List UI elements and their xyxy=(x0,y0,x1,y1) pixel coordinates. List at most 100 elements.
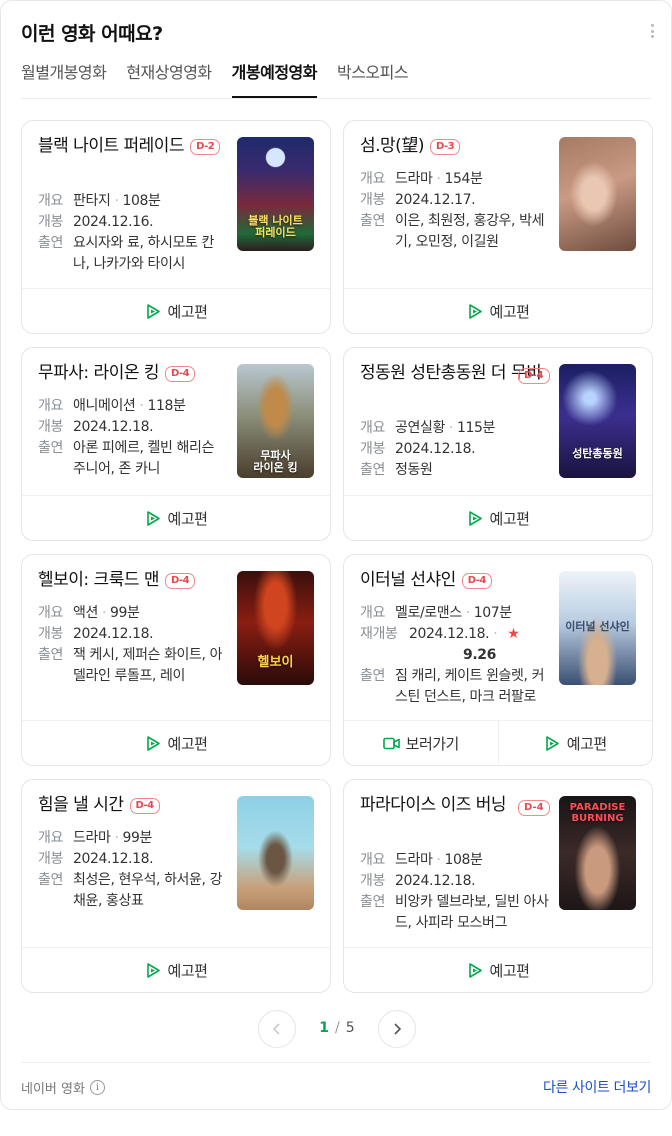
more-options-icon[interactable] xyxy=(647,21,657,41)
movie-poster[interactable]: 이터널 선샤인 xyxy=(559,571,636,685)
movie-card[interactable]: 섬.망(望) D-3 개요 드라마 · 154분 개봉 2024.12.17. 출연 이은,… xyxy=(343,120,653,334)
dday-badge: D-3 xyxy=(429,139,461,155)
movie-card[interactable]: 블랙 나이트 퍼레이드 D-2 개요 판타지 · 108분 개봉 2024.12.16. … xyxy=(21,120,331,334)
separator-dot: · xyxy=(436,852,441,868)
rating-value: 9.26 xyxy=(463,647,496,663)
trailer-label: 예고편 xyxy=(167,509,208,528)
movie-title[interactable]: 정동원 성탄총동원 더 무비 xyxy=(360,362,544,384)
movie-poster[interactable]: 성탄총동원 xyxy=(559,364,636,478)
source-label: 네이버 영화 i xyxy=(21,1078,105,1097)
movie-title-text: 블랙 나이트 퍼레이드 xyxy=(38,136,185,156)
release-date: 2024.12.17. xyxy=(395,192,476,208)
runtime-value: 118분 xyxy=(147,398,186,414)
trailer-button[interactable]: 예고편 xyxy=(344,496,652,540)
separator-dot: · xyxy=(465,605,470,621)
movie-poster[interactable]: 헬보이 xyxy=(237,571,314,685)
info-icon[interactable]: i xyxy=(89,1080,105,1095)
movie-card[interactable]: 힘을 낼 시간 D-4 개요 드라마 · 99분 개봉 2024.12.18. 출연 최성은… xyxy=(21,779,331,993)
movie-poster[interactable]: 블랙 나이트 퍼레이드 xyxy=(237,137,314,251)
movie-title[interactable]: 파라다이스 이즈 버닝 xyxy=(360,794,544,816)
play-icon xyxy=(545,735,559,751)
separator-dot: · xyxy=(448,420,453,436)
poster-title-art: PARADISE BURNING xyxy=(569,802,626,824)
trailer-button[interactable]: 예고편 xyxy=(22,948,330,992)
movie-card[interactable]: 무파사: 라이온 킹 D-4 개요 애니메이션 · 118분 개봉 2024.12.18.… xyxy=(21,347,331,541)
movie-poster[interactable] xyxy=(559,137,636,251)
trailer-button[interactable]: 예고편 xyxy=(22,496,330,540)
genre-label: 개요 xyxy=(360,852,385,868)
genre-label: 개요 xyxy=(38,830,63,846)
section-title: 이런 영화 어때요? xyxy=(21,23,163,45)
movie-poster[interactable] xyxy=(237,796,314,910)
movie-title[interactable]: 섬.망(望) D-3 xyxy=(360,135,544,157)
movie-title[interactable]: 무파사: 라이온 킹 D-4 xyxy=(38,362,222,384)
tab-box-office[interactable]: 박스오피스 xyxy=(337,61,409,98)
tab-now-showing[interactable]: 현재상영영화 xyxy=(126,61,212,98)
genre-value: 공연실황 xyxy=(395,420,445,436)
trailer-button[interactable]: 예고편 xyxy=(344,289,652,333)
star-icon: ★ xyxy=(507,626,520,642)
release-date: 2024.12.18. xyxy=(73,419,154,435)
release-date: 2024.12.18. xyxy=(395,873,476,889)
dday-badge: D-4 xyxy=(165,573,196,589)
movie-card[interactable]: 정동원 성탄총동원 더 무비 D-4 개요 공연실황 · 115분 개봉 2024.12… xyxy=(343,347,653,541)
movie-title-text: 정동원 성탄총동원 더 무비 xyxy=(360,363,542,383)
pagination: 1 / 5 xyxy=(1,1010,671,1048)
dday-badge: D-4 xyxy=(518,368,550,384)
cast-label: 출연 xyxy=(360,894,385,910)
chevron-left-icon xyxy=(272,1023,280,1035)
cast-label: 출연 xyxy=(360,462,385,478)
movie-title[interactable]: 이터널 선샤인 D-4 xyxy=(360,569,544,591)
tab-upcoming[interactable]: 개봉예정영화 xyxy=(231,61,317,98)
play-icon xyxy=(146,510,160,526)
trailer-button[interactable]: 예고편 xyxy=(344,948,652,992)
trailer-label: 예고편 xyxy=(489,961,530,980)
cast-value: 비앙카 델브라보, 딜빈 아사드, 사피라 모스버그 xyxy=(395,894,549,931)
cast-label: 출연 xyxy=(38,235,63,251)
watch-label: 보러가기 xyxy=(405,734,460,753)
movie-poster[interactable]: PARADISE BURNING xyxy=(559,796,636,910)
card-footer: 보러가기 예고편 xyxy=(344,720,652,765)
poster-title-art: 무파사 라이온 킹 xyxy=(253,449,298,474)
trailer-label: 예고편 xyxy=(566,734,607,753)
release-label: 개봉 xyxy=(38,626,63,642)
movie-card[interactable]: 파라다이스 이즈 버닝 D-4 개요 드라마 · 108분 개봉 2024.12.18.… xyxy=(343,779,653,993)
movie-title[interactable]: 블랙 나이트 퍼레이드 D-2 xyxy=(38,135,222,157)
genre-value: 멜로/로맨스 xyxy=(395,605,462,621)
movie-title-text: 힘을 낼 시간 xyxy=(38,795,124,815)
next-page-button[interactable] xyxy=(378,1010,416,1048)
poster-title-art: 블랙 나이트 퍼레이드 xyxy=(248,214,303,239)
prev-page-button[interactable] xyxy=(258,1010,296,1048)
watch-button[interactable]: 보러가기 xyxy=(344,721,498,765)
movie-card[interactable]: 헬보이: 크룩드 맨 D-4 개요 액션 · 99분 개봉 2024.12.18. 출연 잭… xyxy=(21,554,331,766)
movie-title[interactable]: 헬보이: 크룩드 맨 D-4 xyxy=(38,569,222,591)
tab-monthly-release[interactable]: 월별개봉영화 xyxy=(21,61,107,98)
runtime-value: 107분 xyxy=(473,605,512,621)
movie-poster[interactable]: 무파사 라이온 킹 xyxy=(237,364,314,478)
genre-label: 개요 xyxy=(38,605,63,621)
category-tabs: 월별개봉영화 현재상영영화 개봉예정영화 박스오피스 xyxy=(21,61,428,98)
movie-info: 개요 드라마 · 154분 개봉 2024.12.17. 출연 이은, 최원정, 홍강우,… xyxy=(360,169,550,253)
play-icon xyxy=(146,303,160,319)
movie-title-text: 무파사: 라이온 킹 xyxy=(38,363,160,383)
trailer-label: 예고편 xyxy=(489,509,530,528)
cast-value: 최성은, 현우석, 하서윤, 강채윤, 홍상표 xyxy=(73,872,223,909)
trailer-label: 예고편 xyxy=(489,302,530,321)
movie-title[interactable]: 힘을 낼 시간 D-4 xyxy=(38,794,222,816)
trailer-button[interactable]: 예고편 xyxy=(22,289,330,333)
more-sites-link[interactable]: 다른 사이트 더보기 xyxy=(543,1077,651,1097)
genre-label: 개요 xyxy=(360,605,385,621)
cast-value: 아론 피에르, 켈빈 해리슨 주니어, 존 카니 xyxy=(73,440,215,477)
movie-title-text: 섬.망(望) xyxy=(360,136,424,156)
movie-card[interactable]: 이터널 선샤인 D-4 개요 멜로/로맨스 · 107분 재개봉 2024.12.18. ·… xyxy=(343,554,653,766)
genre-label: 개요 xyxy=(38,398,63,414)
trailer-button[interactable]: 예고편 xyxy=(497,721,653,765)
movie-recommendation-panel: 이런 영화 어때요? 월별개봉영화 현재상영영화 개봉예정영화 박스오피스 블랙… xyxy=(0,0,672,1110)
release-date: 2024.12.18. xyxy=(73,626,154,642)
genre-label: 개요 xyxy=(38,193,63,209)
movie-info: 개요 판타지 · 108분 개봉 2024.12.16. 출연 요시자와 료, 하시모토 … xyxy=(38,191,228,275)
dday-badge: D-4 xyxy=(518,800,550,816)
trailer-button[interactable]: 예고편 xyxy=(22,721,330,765)
current-page: 1 xyxy=(319,1020,330,1036)
movie-info: 개요 멜로/로맨스 · 107분 재개봉 2024.12.18. · ★ 9.26 출연 짐 캐… xyxy=(360,603,550,708)
